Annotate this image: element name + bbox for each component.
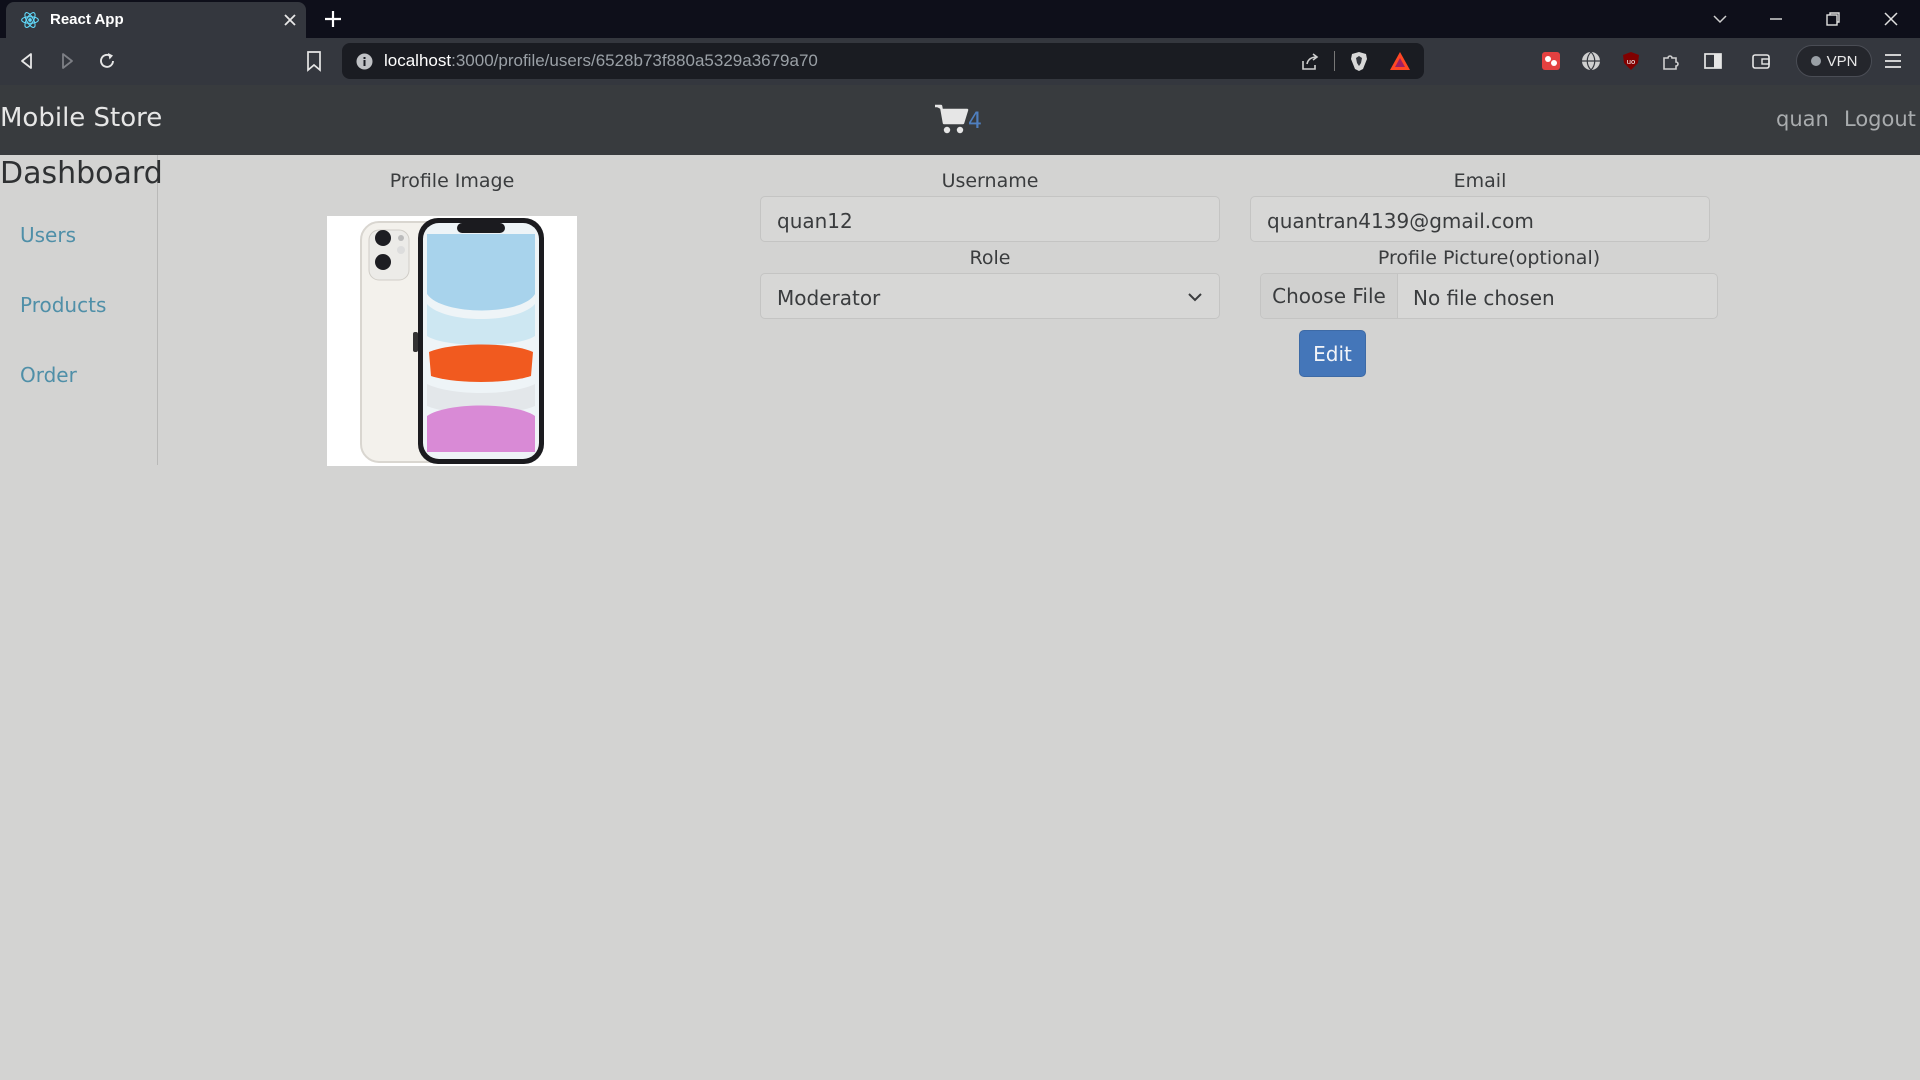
browser-tabstrip: React App: [0, 0, 1920, 38]
profile-image: [327, 216, 577, 466]
dashboard-sidebar: Dashboard Users Products Order: [0, 155, 163, 465]
sidebar-item-products[interactable]: Products: [20, 293, 106, 317]
phone-image-icon: [360, 218, 544, 464]
vpn-button[interactable]: VPN: [1796, 45, 1872, 77]
username-value: quan12: [777, 209, 853, 233]
wallet-icon[interactable]: [1750, 50, 1772, 72]
tab-title: React App: [50, 11, 124, 28]
username-label: Username: [941, 170, 1039, 192]
vpn-status-icon: [1810, 56, 1821, 66]
email-label: Email: [1453, 170, 1507, 192]
puzzle-icon[interactable]: [1660, 50, 1682, 72]
edit-button[interactable]: Edit: [1299, 330, 1366, 377]
forward-icon[interactable]: [56, 50, 78, 72]
chevron-down-icon: [1188, 293, 1202, 302]
profile-picture-input[interactable]: Choose File No file chosen: [1260, 273, 1718, 319]
info-icon[interactable]: [356, 53, 373, 70]
share-icon[interactable]: [1300, 52, 1320, 72]
svg-text:uo: uo: [1627, 58, 1636, 66]
email-value: quantran4139@gmail.com: [1267, 209, 1534, 233]
url-text[interactable]: localhost:3000/profile/users/6528b73f880…: [384, 51, 818, 71]
choose-file-button[interactable]: Choose File: [1261, 274, 1398, 318]
role-select[interactable]: Moderator: [760, 273, 1220, 319]
brave-rewards-icon[interactable]: [1388, 50, 1412, 72]
username-input[interactable]: quan12: [760, 196, 1220, 242]
globe-icon[interactable]: [1580, 50, 1602, 72]
role-value: Moderator: [777, 286, 881, 310]
close-window-icon[interactable]: [1882, 10, 1900, 28]
browser-toolbar: localhost:3000/profile/users/6528b73f880…: [0, 38, 1920, 85]
app-navbar: Mobile Store 4 quan Logout: [0, 85, 1920, 155]
logout-link[interactable]: Logout: [1844, 107, 1916, 131]
restore-icon[interactable]: [1824, 10, 1842, 28]
minimize-icon[interactable]: [1767, 10, 1785, 28]
react-icon: [21, 12, 39, 28]
bookmark-icon[interactable]: [303, 49, 325, 73]
cart-icon: [935, 104, 969, 134]
ublock-icon[interactable]: uo: [1620, 50, 1642, 72]
tab-list-icon[interactable]: [1711, 10, 1729, 28]
divider: [1334, 51, 1335, 71]
browser-tab[interactable]: React App: [6, 2, 306, 38]
profile-picture-label: Profile Picture(optional): [1377, 247, 1601, 269]
brand-link[interactable]: Mobile Store: [0, 103, 162, 133]
sidebar-title: Dashboard: [0, 156, 163, 191]
address-bar[interactable]: localhost:3000/profile/users/6528b73f880…: [342, 43, 1424, 79]
role-label: Role: [969, 247, 1011, 269]
extension-icon[interactable]: [1540, 50, 1562, 72]
cart-count: 4: [968, 109, 982, 134]
sidebar-item-users[interactable]: Users: [20, 223, 76, 247]
brave-shield-icon[interactable]: [1348, 50, 1370, 72]
back-icon[interactable]: [16, 50, 38, 72]
reload-icon[interactable]: [96, 50, 118, 72]
new-tab-icon[interactable]: [322, 8, 344, 30]
menu-icon[interactable]: [1882, 50, 1904, 72]
email-input[interactable]: quantran4139@gmail.com: [1250, 196, 1710, 242]
nav-username-link[interactable]: quan: [1776, 107, 1829, 131]
file-status: No file chosen: [1413, 286, 1555, 310]
close-icon[interactable]: [282, 12, 298, 28]
sidebar-item-order[interactable]: Order: [20, 363, 77, 387]
cart-button[interactable]: 4: [934, 101, 986, 137]
sidebar-toggle-icon[interactable]: [1702, 50, 1724, 72]
profile-image-label: Profile Image: [389, 170, 515, 192]
